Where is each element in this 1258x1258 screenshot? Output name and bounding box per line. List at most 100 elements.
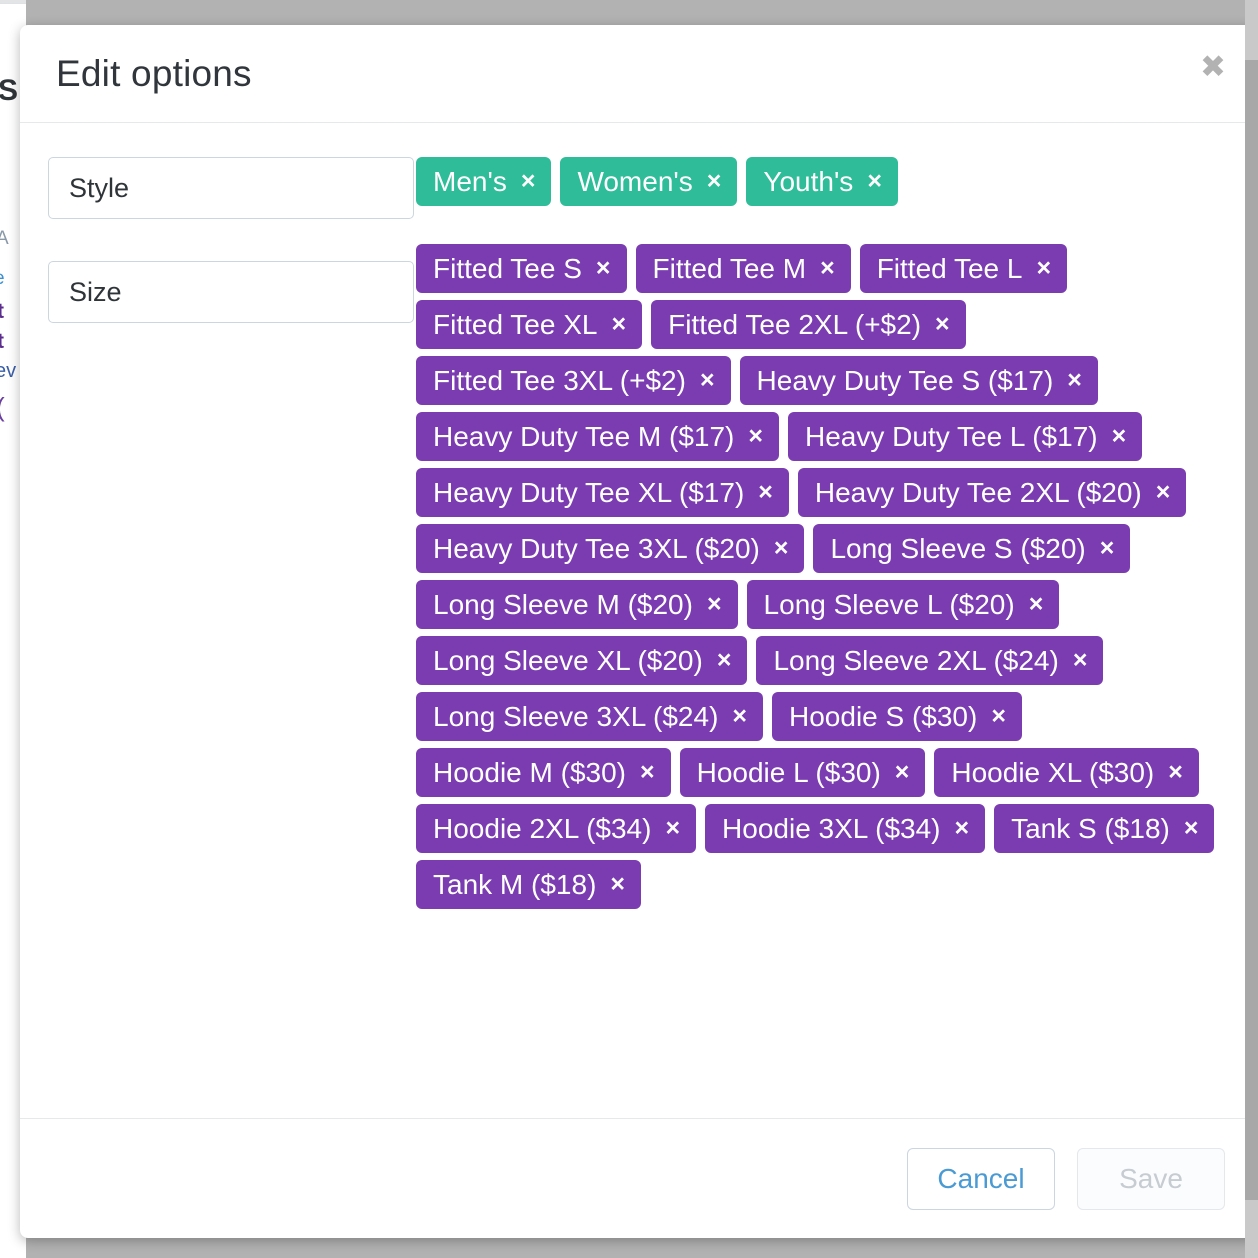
size-tag-label: Hoodie M ($30) (433, 756, 626, 788)
size-tag[interactable]: Hoodie L ($30) × (679, 748, 926, 797)
remove-icon[interactable]: × (1112, 424, 1127, 449)
size-tag-label: Tank S ($18) (1011, 812, 1170, 844)
remove-icon[interactable]: × (665, 816, 680, 841)
size-tag[interactable]: Fitted Tee XL × (416, 300, 643, 349)
style-tag[interactable]: Youth's × (746, 157, 898, 206)
remove-icon[interactable]: × (1073, 648, 1088, 673)
size-tag[interactable]: Fitted Tee S × (416, 244, 627, 293)
size-tag-label: Hoodie L ($30) (696, 756, 881, 788)
page-title: Edit options (56, 52, 252, 94)
size-tag[interactable]: Tank S ($18) × (994, 804, 1215, 853)
size-tag-label: Hoodie XL ($30) (951, 756, 1155, 788)
remove-icon[interactable]: × (717, 648, 732, 673)
size-tag[interactable]: Heavy Duty Tee M ($17) × (416, 412, 779, 461)
remove-icon[interactable]: × (1100, 536, 1115, 561)
size-tag[interactable]: Heavy Duty Tee 3XL ($20) × (416, 524, 805, 573)
style-tag[interactable]: Men's × (416, 157, 552, 206)
background-text-fragment-paren: ( (0, 392, 5, 423)
size-tag-label: Fitted Tee M (652, 252, 807, 284)
remove-icon[interactable]: × (707, 169, 722, 194)
save-button[interactable]: Save (1077, 1147, 1225, 1210)
remove-icon[interactable]: × (820, 256, 835, 281)
size-tag-label: Long Sleeve 2XL ($24) (773, 644, 1059, 676)
size-tag[interactable]: Long Sleeve M ($20) × (416, 580, 738, 629)
size-tag-label: Fitted Tee S (433, 252, 582, 284)
remove-icon[interactable]: × (1168, 760, 1183, 785)
remove-icon[interactable]: × (758, 480, 773, 505)
remove-icon[interactable]: × (1156, 480, 1171, 505)
size-tag-label: Long Sleeve M ($20) (433, 588, 693, 620)
size-tag[interactable]: Fitted Tee 2XL (+$2) × (651, 300, 966, 349)
size-tag[interactable]: Long Sleeve 2XL ($24) × (756, 636, 1104, 685)
scrollbar-thumb[interactable] (1245, 60, 1258, 1200)
option-values-column: Men's × Women's × Youth's × Fitted Tee S × Fitt… (416, 157, 1258, 1118)
background-rule-3 (0, 3, 26, 4)
remove-icon[interactable]: × (700, 368, 715, 393)
remove-icon[interactable]: × (732, 704, 747, 729)
size-tag-label: Long Sleeve L ($20) (763, 588, 1015, 620)
background-text-fragment-a: A (0, 228, 9, 249)
size-tag-label: Heavy Duty Tee XL ($17) (433, 476, 745, 508)
style-tag[interactable]: Women's × (560, 157, 738, 206)
size-tag-label: Fitted Tee 2XL (+$2) (668, 308, 922, 340)
size-tag-label: Hoodie 3XL ($34) (722, 812, 941, 844)
background-text-fragment-t2: t (0, 330, 4, 353)
size-tag-label: Heavy Duty Tee L ($17) (805, 420, 1098, 452)
size-tag[interactable]: Fitted Tee L × (859, 244, 1068, 293)
remove-icon[interactable]: × (1184, 816, 1199, 841)
remove-icon[interactable]: × (748, 424, 763, 449)
close-icon[interactable]: ✖ (1194, 47, 1232, 85)
size-tag[interactable]: Hoodie XL ($30) × (934, 748, 1199, 797)
size-option-name-input[interactable] (48, 261, 414, 323)
remove-icon[interactable]: × (867, 169, 882, 194)
size-tag-label: Fitted Tee L (876, 252, 1023, 284)
modal-body: Men's×Women's×Youth's× Fitted Tee S×Fitt… (20, 123, 1258, 1118)
size-tag[interactable]: Heavy Duty Tee XL ($17) × (416, 468, 789, 517)
size-tag[interactable]: Heavy Duty Tee 2XL ($20) × (797, 468, 1187, 517)
style-tag-label: Men's (433, 165, 507, 197)
size-tag[interactable]: Hoodie 2XL ($34) × (416, 804, 697, 853)
size-tag[interactable]: Long Sleeve S ($20) × (813, 524, 1131, 573)
remove-icon[interactable]: × (991, 704, 1006, 729)
cancel-button[interactable]: Cancel (907, 1147, 1055, 1210)
size-tag[interactable]: Fitted Tee M × (635, 244, 851, 293)
remove-icon[interactable]: × (954, 816, 969, 841)
remove-icon[interactable]: × (640, 760, 655, 785)
remove-icon[interactable]: × (1029, 592, 1044, 617)
size-tag[interactable]: Tank M ($18) × (416, 860, 642, 909)
size-tag-label: Tank M ($18) (433, 868, 597, 900)
remove-icon[interactable]: × (774, 536, 789, 561)
viewport-scrollbar[interactable] (1245, 0, 1258, 1258)
size-tag-list: Fitted Tee S × Fitted Tee M × Fitted Tee L × F… (416, 244, 1218, 909)
size-tag[interactable]: Long Sleeve 3XL ($24) × (416, 692, 763, 741)
size-tag-label: Heavy Duty Tee 3XL ($20) (433, 532, 760, 564)
size-tag[interactable]: Heavy Duty Tee L ($17) × (788, 412, 1143, 461)
size-tag-label: Long Sleeve S ($20) (830, 532, 1086, 564)
size-tag-label: Fitted Tee XL (433, 308, 598, 340)
remove-icon[interactable]: × (935, 312, 950, 337)
background-link-fragment: e (0, 268, 5, 290)
size-tag[interactable]: Long Sleeve XL ($20) × (416, 636, 748, 685)
size-tag[interactable]: Heavy Duty Tee S ($17) × (739, 356, 1098, 405)
modal-header: Edit options ✖ (20, 25, 1258, 123)
background-text-fragment-ev: ev (0, 360, 17, 382)
remove-icon[interactable]: × (895, 760, 910, 785)
style-option-name-input[interactable] (48, 157, 414, 219)
remove-icon[interactable]: × (611, 312, 626, 337)
remove-icon[interactable]: × (610, 872, 625, 897)
remove-icon[interactable]: × (1036, 256, 1051, 281)
size-tag[interactable]: Hoodie 3XL ($34) × (705, 804, 986, 853)
remove-icon[interactable]: × (521, 169, 536, 194)
remove-icon[interactable]: × (1067, 368, 1082, 393)
modal-footer: Cancel Save (20, 1118, 1258, 1238)
remove-icon[interactable]: × (596, 256, 611, 281)
size-tag-label: Heavy Duty Tee S ($17) (756, 364, 1054, 396)
size-tag-label: Hoodie S ($30) (789, 700, 978, 732)
background-heading-fragment: S (0, 74, 19, 107)
size-tag[interactable]: Hoodie S ($30) × (772, 692, 1022, 741)
size-tag[interactable]: Hoodie M ($30) × (416, 748, 671, 797)
size-tag[interactable]: Fitted Tee 3XL (+$2) × (416, 356, 731, 405)
remove-icon[interactable]: × (707, 592, 722, 617)
size-tag-label: Heavy Duty Tee 2XL ($20) (814, 476, 1142, 508)
size-tag[interactable]: Long Sleeve L ($20) × (746, 580, 1060, 629)
